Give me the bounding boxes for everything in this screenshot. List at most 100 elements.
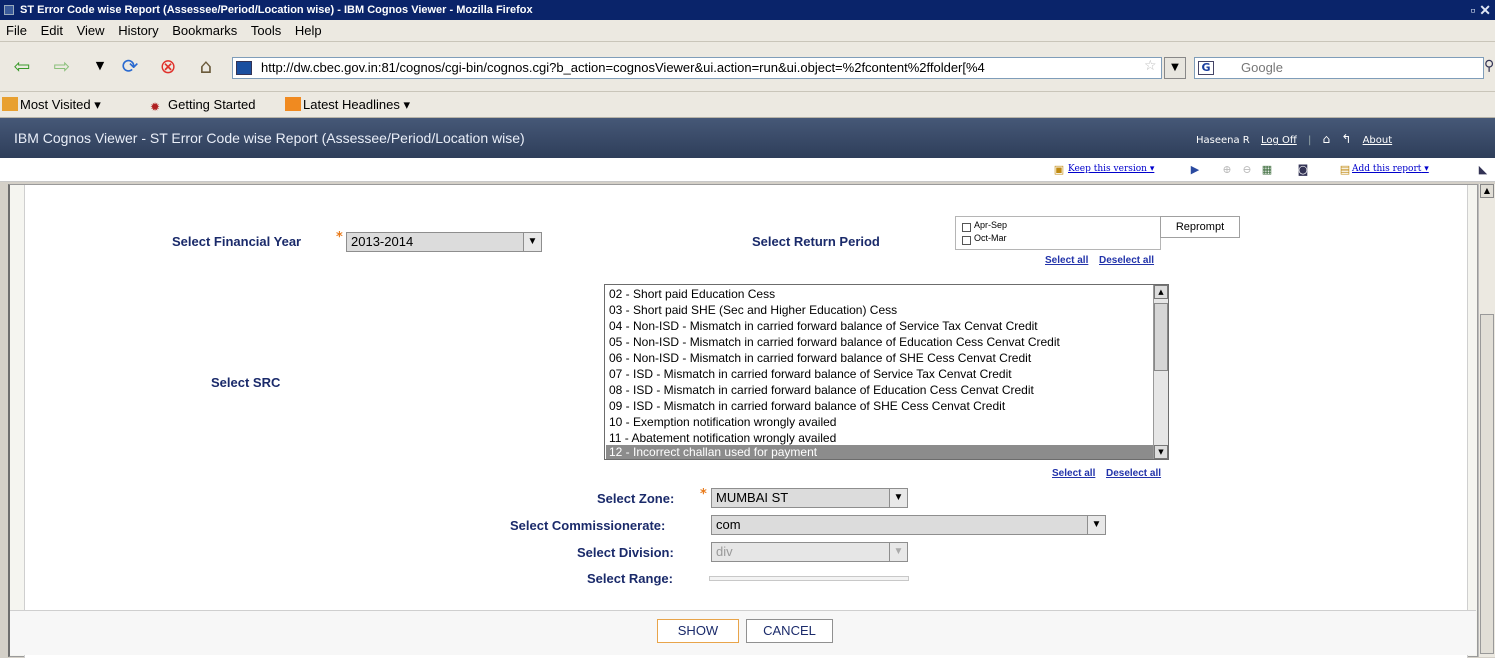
list-item-selected[interactable]: 12 - Incorrect challan used for payment [606, 445, 1153, 459]
bookmark-latest-headlines[interactable]: Latest Headlines ▾ [285, 92, 410, 118]
list-item[interactable]: 07 - ISD - Mismatch in carried forward b… [609, 367, 1012, 382]
commissionerate-value: com [716, 517, 741, 532]
cognos-header-title: IBM Cognos Viewer - ST Error Code wise R… [14, 130, 525, 146]
src-label: Select SRC [211, 375, 281, 390]
menu-history[interactable]: History [118, 23, 158, 38]
required-marker: * [336, 230, 343, 245]
show-button[interactable]: SHOW [657, 619, 739, 643]
page-scrollbar[interactable]: ▲ [1478, 184, 1495, 657]
drill-up-icon[interactable]: ⊖ [1240, 163, 1254, 176]
site-favicon [236, 61, 252, 75]
search-engine-icon[interactable]: G [1198, 61, 1214, 75]
menu-bar: File Edit View History Bookmarks Tools H… [0, 20, 1495, 42]
url-dropdown-button[interactable]: ▼ [1164, 57, 1186, 79]
add-report-label: Add this report [1352, 164, 1422, 174]
return-icon[interactable]: ↰ [1341, 132, 1351, 146]
zone-select[interactable]: MUMBAI ST ▼ [711, 488, 908, 508]
list-item[interactable]: 05 - Non-ISD - Mismatch in carried forwa… [609, 335, 1060, 350]
chart-icon[interactable]: ◣ [1476, 163, 1490, 176]
url-bar[interactable]: http://dw.cbec.gov.in:81/cognos/cgi-bin/… [232, 57, 1162, 79]
bookmark-star-icon[interactable]: ☆ [1144, 58, 1157, 74]
cancel-button[interactable]: CANCEL [746, 619, 833, 643]
list-item[interactable]: 04 - Non-ISD - Mismatch in carried forwa… [609, 319, 1038, 334]
return-period-label: Select Return Period [752, 234, 880, 249]
menu-bookmarks[interactable]: Bookmarks [172, 23, 237, 38]
src-listbox[interactable]: 02 - Short paid Education Cess 03 - Shor… [604, 284, 1169, 460]
search-input[interactable]: Google [1194, 57, 1484, 79]
division-select[interactable]: div ▼ [711, 542, 908, 562]
menu-help[interactable]: Help [295, 23, 322, 38]
list-item[interactable]: 09 - ISD - Mismatch in carried forward b… [609, 399, 1005, 414]
list-item[interactable]: 03 - Short paid SHE (Sec and Higher Educ… [609, 303, 897, 318]
keep-version-link[interactable]: Keep this version ▾ [1068, 164, 1154, 174]
src-select-all-link[interactable]: Select all [1052, 468, 1095, 479]
bookmark-getting-started-label: Getting Started [168, 97, 256, 112]
financial-year-select[interactable]: 2013-2014 ▼ [346, 232, 542, 252]
keep-version-label: Keep this version [1068, 164, 1147, 174]
navigation-toolbar: ⇦ ⇨ ▼ ⟳ ⊗ ⌂ http://dw.cbec.gov.in:81/cog… [0, 42, 1495, 92]
back-icon[interactable]: ⇦ [10, 54, 34, 78]
firefox-icon[interactable] [4, 5, 14, 15]
rss-icon [285, 97, 301, 111]
run-icon[interactable]: ▶ [1188, 163, 1202, 176]
chevron-down-icon[interactable]: ▼ [889, 489, 907, 507]
reload-icon[interactable]: ⟳ [118, 54, 142, 78]
add-report-icon[interactable]: ▤ [1338, 163, 1352, 176]
range-select[interactable] [709, 576, 909, 581]
chevron-down-icon[interactable]: ▼ [523, 233, 541, 251]
bookmark-latest-headlines-label: Latest Headlines [303, 97, 400, 112]
chevron-down-icon[interactable]: ▼ [1087, 516, 1105, 534]
related-links-icon[interactable]: ▦ [1260, 163, 1274, 176]
keep-version-icon[interactable]: ▣ [1052, 163, 1066, 176]
commissionerate-select[interactable]: com ▼ [711, 515, 1106, 535]
stop-icon[interactable]: ⊗ [156, 54, 180, 78]
range-label: Select Range: [587, 571, 673, 586]
scroll-up-icon[interactable]: ▲ [1480, 184, 1494, 198]
list-item[interactable]: 10 - Exemption notification wrongly avai… [609, 415, 836, 430]
scroll-thumb[interactable] [1480, 314, 1494, 654]
window-controls[interactable]: ▫ ✕ [1470, 0, 1491, 20]
window-title-bar: ST Error Code wise Report (Assessee/Peri… [0, 0, 1495, 20]
home-icon[interactable]: ⌂ [1323, 132, 1331, 146]
bookmark-most-visited[interactable]: Most Visited ▾ [2, 92, 101, 118]
add-report-link[interactable]: Add this report ▾ [1352, 164, 1429, 174]
financial-year-value: 2013-2014 [351, 234, 414, 249]
checkbox-oct-mar[interactable] [962, 236, 971, 245]
checkbox-apr-sep[interactable] [962, 223, 971, 232]
src-deselect-all-link[interactable]: Deselect all [1106, 468, 1161, 479]
list-scroll-thumb[interactable] [1154, 303, 1168, 371]
chevron-down-icon[interactable]: ▼ [889, 543, 907, 561]
menu-tools[interactable]: Tools [251, 23, 281, 38]
about-link[interactable]: About [1363, 135, 1393, 146]
list-item[interactable]: 02 - Short paid Education Cess [609, 287, 775, 302]
list-item[interactable]: 08 - ISD - Mismatch in carried forward b… [609, 383, 1034, 398]
list-item[interactable]: 11 - Abatement notification wrongly avai… [609, 431, 836, 446]
menu-edit[interactable]: Edit [41, 23, 63, 38]
division-value: div [716, 544, 733, 559]
menu-view[interactable]: View [77, 23, 105, 38]
division-label: Select Division: [577, 545, 674, 560]
zone-value: MUMBAI ST [716, 490, 789, 505]
return-period-checklist: Apr-Sep Oct-Mar [955, 216, 1161, 250]
home-icon[interactable]: ⌂ [194, 54, 218, 78]
log-off-link[interactable]: Log Off [1261, 135, 1297, 146]
search-icon[interactable]: ⚲ [1484, 58, 1494, 74]
menu-file[interactable]: File [6, 23, 27, 38]
view-format-icon[interactable]: ◙ [1296, 163, 1310, 176]
required-marker: * [700, 487, 707, 502]
bookmark-getting-started[interactable]: ✹ Getting Started [150, 92, 255, 118]
scroll-up-icon[interactable]: ▲ [1154, 285, 1168, 299]
cognos-toolbar: ▣ Keep this version ▾ ▶ ⊕ ⊖ ▦ ◙ ▤ Add th… [0, 158, 1495, 182]
scroll-down-icon[interactable]: ▼ [1154, 445, 1168, 459]
history-dropdown-icon[interactable]: ▼ [88, 54, 112, 78]
commissionerate-label: Select Commissionerate: [510, 518, 666, 533]
list-scrollbar[interactable]: ▲ ▼ [1153, 285, 1168, 459]
period-deselect-all-link[interactable]: Deselect all [1099, 255, 1154, 266]
period-select-all-link[interactable]: Select all [1045, 255, 1088, 266]
drill-down-icon[interactable]: ⊕ [1220, 163, 1234, 176]
forward-icon[interactable]: ⇨ [50, 54, 74, 78]
list-item[interactable]: 06 - Non-ISD - Mismatch in carried forwa… [609, 351, 1031, 366]
cognos-user-area: Haseena R Log Off | ⌂ ↰ About [1196, 132, 1392, 146]
checkbox-oct-mar-label: Oct-Mar [974, 233, 1007, 243]
reprompt-button[interactable]: Reprompt [1160, 216, 1240, 238]
